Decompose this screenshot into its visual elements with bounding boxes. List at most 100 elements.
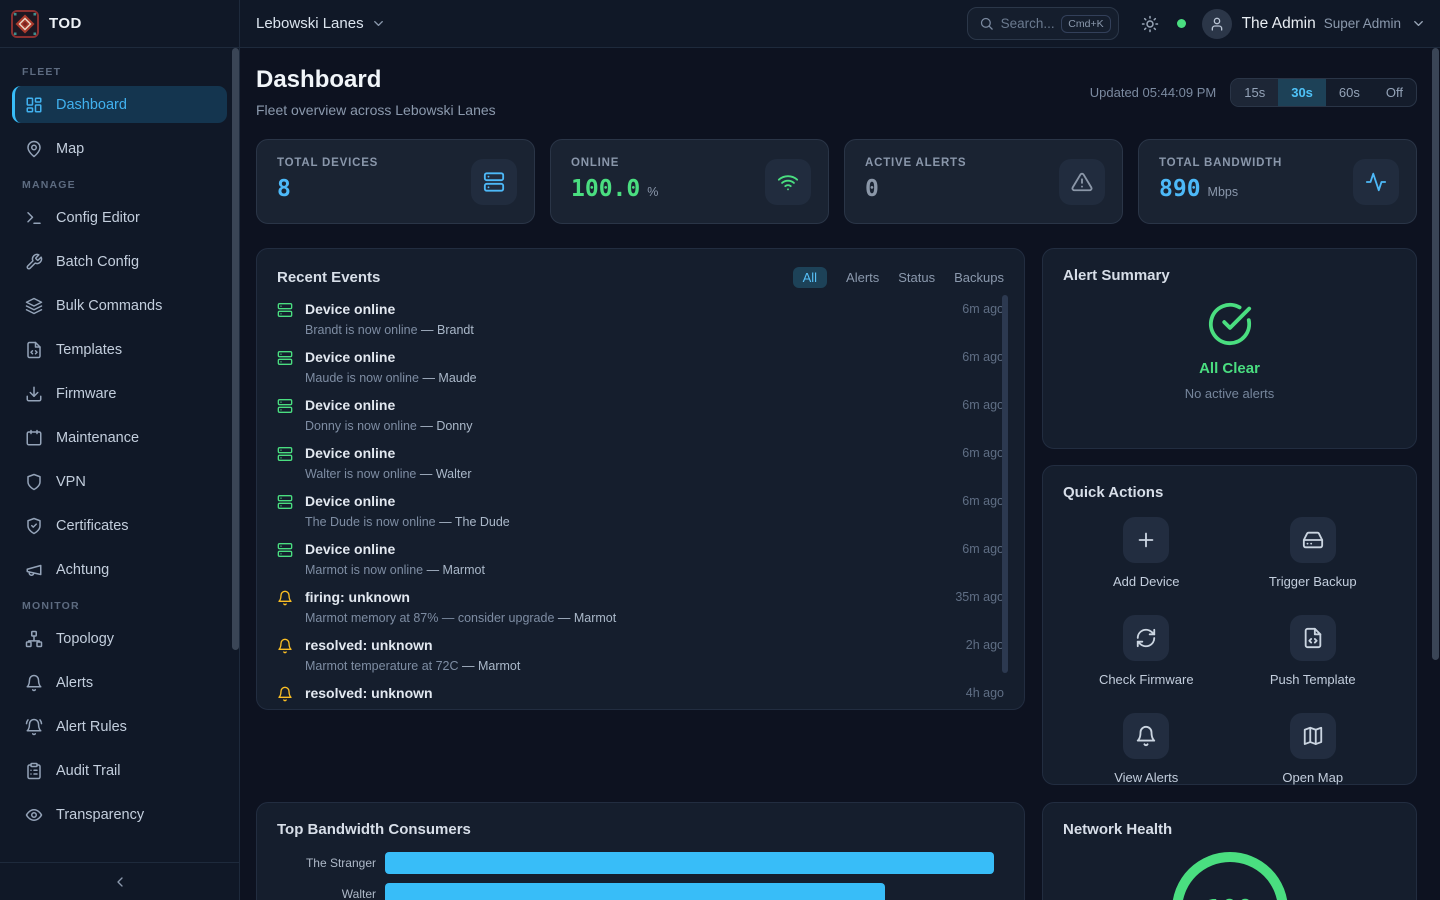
quick-action-label: View Alerts [1114,770,1178,785]
event-body: Device onlineMaude is now online — Maude [305,348,950,396]
event-title: Device online [305,445,950,462]
bandwidth-row: Walter [277,883,1004,900]
sidebar-item-alert-rules[interactable]: Alert Rules [12,708,227,745]
event-timestamp: 4h ago [966,686,1004,710]
network-icon [25,630,43,648]
sidebar-item-label: Templates [56,342,122,358]
sidebar-section: FLEETDashboardMap [12,66,227,167]
quick-action-view-alerts[interactable]: View Alerts [1114,713,1178,785]
layers-icon [25,297,43,315]
sidebar-item-label: Config Editor [56,210,140,226]
sidebar-scrollbar[interactable] [232,48,239,650]
interval-button-off[interactable]: Off [1373,79,1416,106]
top-bar-right: Lebowski Lanes Cmd+K The Admin Super Adm… [240,0,1440,47]
sidebar-item-firmware[interactable]: Firmware [12,375,227,412]
interval-button-30s[interactable]: 30s [1278,79,1326,106]
event-timestamp: 6m ago [962,350,1004,396]
wifi-icon-tile [765,159,811,205]
event-list-item[interactable]: Device onlineMaude is now online — Maude… [277,348,1004,396]
quick-action-add-device[interactable]: Add Device [1113,517,1179,589]
event-list-item[interactable]: Device onlineWalter is now online — Walt… [277,444,1004,492]
bandwidth-title: Top Bandwidth Consumers [277,821,471,838]
sidebar-item-transparency[interactable]: Transparency [12,796,227,833]
activity-icon [1365,171,1387,193]
event-list-item[interactable]: Device onlineMarmot is now online — Marm… [277,540,1004,588]
user-menu-chevron[interactable] [1411,16,1426,31]
sidebar-item-achtung[interactable]: Achtung [12,551,227,588]
recent-events-panel: Recent Events AllAlertsStatusBackups Dev… [256,248,1025,710]
quick-action-push-template[interactable]: Push Template [1270,615,1356,687]
avatar[interactable] [1202,9,1232,39]
event-list-item[interactable]: Device onlineDonny is now online — Donny… [277,396,1004,444]
event-tab-all[interactable]: All [793,267,827,288]
bell-icon [277,590,293,606]
search-icon [979,16,994,31]
sidebar-item-audit-trail[interactable]: Audit Trail [12,752,227,789]
sidebar-item-batch-config[interactable]: Batch Config [12,243,227,280]
quick-action-trigger-backup[interactable]: Trigger Backup [1269,517,1357,589]
sidebar-item-map[interactable]: Map [12,130,227,167]
sidebar-item-topology[interactable]: Topology [12,620,227,657]
bell-icon [277,638,293,654]
event-list-item[interactable]: firing: unknownMarmot memory at 87% — co… [277,588,1004,636]
sidebar-section-label: MONITOR [22,600,217,612]
sidebar-item-vpn[interactable]: VPN [12,463,227,500]
sidebar-item-label: VPN [56,474,86,490]
sidebar-item-maintenance[interactable]: Maintenance [12,419,227,456]
event-tab-backups[interactable]: Backups [954,267,1004,288]
events-scrollbar[interactable] [1002,295,1008,673]
quick-action-check-firmware[interactable]: Check Firmware [1099,615,1194,687]
event-body: Device onlineDonny is now online — Donny [305,396,950,444]
sidebar-item-alerts[interactable]: Alerts [12,664,227,701]
stat-unit: Mbps [1208,185,1239,199]
plus-icon [1135,529,1157,551]
interval-button-15s[interactable]: 15s [1231,79,1278,106]
event-list-item[interactable]: resolved: unknownMarmot temperature at 7… [277,636,1004,684]
hard-drive-icon [1302,529,1324,551]
event-subtitle: Maude is now online — Maude [305,371,950,385]
event-description: Marmot temperature at 72C [305,659,459,673]
sidebar-item-templates[interactable]: Templates [12,331,227,368]
event-timestamp: 6m ago [962,542,1004,588]
server-icon [277,446,293,462]
alert-summary-panel: Alert Summary All Clear No active alerts [1042,248,1417,449]
page-title: Dashboard [256,66,496,94]
sidebar-item-label: Achtung [56,562,109,578]
quick-actions-grid: Add Device Trigger Backup Check Firmware Pu… [1063,517,1396,785]
user-name: The Admin [1242,15,1316,33]
event-tab-status[interactable]: Status [898,267,935,288]
alert-triangle-icon [1071,171,1093,193]
bell-icon [25,674,43,692]
stat-value: 8 [277,176,291,202]
bandwidth-device-label: Walter [277,887,385,900]
event-list-item[interactable]: Device onlineBrandt is now online — Bran… [277,300,1004,348]
org-switcher[interactable]: Lebowski Lanes [256,15,386,32]
event-list-item[interactable]: resolved: unknown4h ago [277,684,1004,710]
sidebar-item-bulk-commands[interactable]: Bulk Commands [12,287,227,324]
terminal-icon [25,209,43,227]
wifi-icon [777,171,799,193]
event-device: — Donny [417,419,473,433]
event-list-item[interactable]: Device onlineThe Dude is now online — Th… [277,492,1004,540]
interval-button-60s[interactable]: 60s [1326,79,1373,106]
alert-triangle-icon-tile [1059,159,1105,205]
activity-icon-tile [1353,159,1399,205]
search-box[interactable]: Cmd+K [967,7,1119,40]
sidebar-item-dashboard[interactable]: Dashboard [12,86,227,123]
event-tab-alerts[interactable]: Alerts [846,267,879,288]
quick-action-label: Check Firmware [1099,672,1194,687]
bandwidth-bar [385,852,994,874]
search-shortcut-badge: Cmd+K [1061,15,1110,33]
sidebar-collapse-button[interactable] [0,862,239,900]
network-health-panel: Network Health 100 [1042,802,1417,900]
event-description: Walter is now online [305,467,416,481]
bandwidth-bar [385,883,885,900]
sidebar-item-config-editor[interactable]: Config Editor [12,199,227,236]
search-input[interactable] [1001,16,1055,31]
event-description: Marmot is now online [305,563,423,577]
sidebar-item-certificates[interactable]: Certificates [12,507,227,544]
main-scrollbar[interactable] [1432,48,1439,660]
theme-toggle-button[interactable] [1141,15,1159,33]
quick-action-open-map[interactable]: Open Map [1282,713,1343,785]
event-description: Donny is now online [305,419,417,433]
